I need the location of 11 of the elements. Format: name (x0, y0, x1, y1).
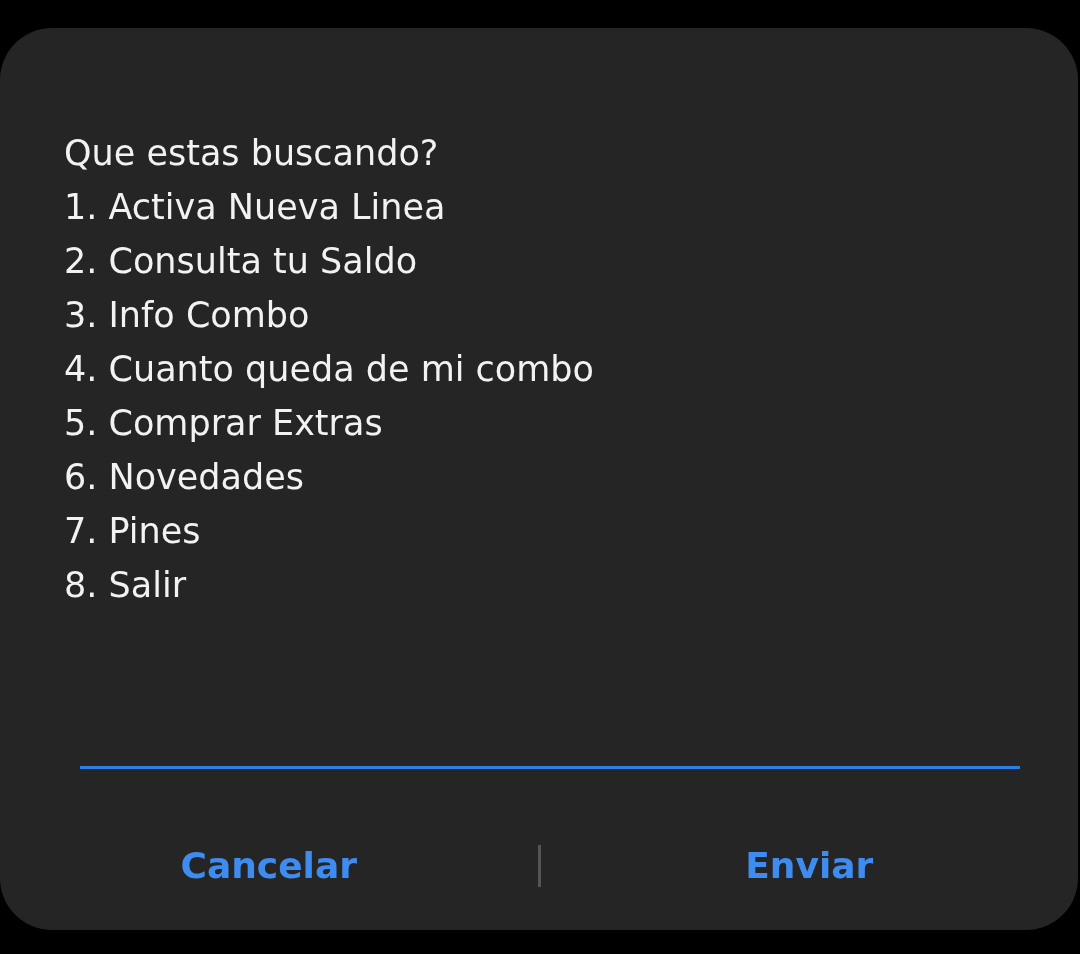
send-button[interactable]: Enviar (540, 835, 1078, 896)
menu-option: 2. Consulta tu Saldo (64, 234, 1014, 288)
menu-option: 7. Pines (64, 504, 1014, 558)
menu-option: 3. Info Combo (64, 288, 1014, 342)
menu-option: 8. Salir (64, 558, 1014, 612)
dialog-title: Que estas buscando? (64, 132, 440, 175)
menu-option: 5. Comprar Extras (64, 396, 1014, 450)
menu-option: 1. Activa Nueva Linea (64, 180, 1014, 234)
menu-option: 6. Novedades (64, 450, 1014, 504)
cancel-button[interactable]: Cancelar (0, 835, 538, 896)
menu-option: 4. Cuanto queda de mi combo (64, 342, 1014, 396)
